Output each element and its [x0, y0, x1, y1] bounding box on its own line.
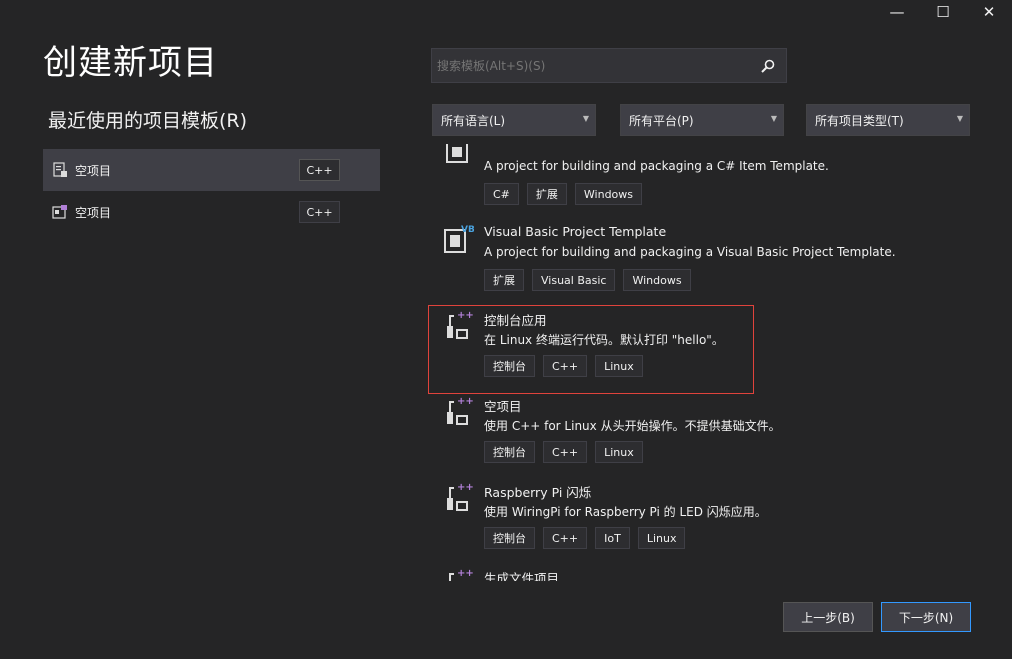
- minimize-button[interactable]: —: [874, 0, 920, 24]
- recent-item-empty-project-cpp[interactable]: 空项目 C++: [43, 191, 380, 233]
- tag: 控制台: [484, 441, 535, 463]
- csharp-item-template-icon: [444, 144, 474, 168]
- language-filter[interactable]: 所有语言(L) ▼: [432, 104, 596, 136]
- template-description: A project for building and packaging a C…: [484, 159, 829, 173]
- window-controls: — ☐ ✕: [874, 0, 1012, 24]
- template-item-vb-project-template[interactable]: VB Visual Basic Project Template A proje…: [430, 216, 970, 302]
- tag: Linux: [595, 441, 643, 463]
- template-description: 使用 C++ for Linux 从头开始操作。不提供基础文件。: [484, 419, 781, 433]
- tag: IoT: [595, 527, 630, 549]
- platform-filter-label: 所有平台(P): [629, 113, 694, 128]
- tag: Windows: [574, 183, 643, 205]
- template-item-raspberry-pi-blink[interactable]: ++ Raspberry Pi 闪烁 使用 WiringPi for Raspb…: [430, 474, 970, 560]
- recent-templates-heading: 最近使用的项目模板(R): [48, 110, 248, 132]
- template-item-empty-project[interactable]: ++ 空项目 使用 C++ for Linux 从头开始操作。不提供基础文件。 …: [430, 388, 970, 474]
- chevron-down-icon: ▼: [770, 114, 777, 123]
- cpp-badge: ++: [457, 396, 474, 407]
- template-name: 生成文件项目: [484, 571, 560, 581]
- template-tags: 扩展 Visual Basic Windows: [484, 269, 691, 291]
- cpp-badge: ++: [457, 568, 474, 579]
- back-button[interactable]: 上一步(B): [783, 602, 873, 632]
- cpp-badge: ++: [457, 310, 474, 321]
- tag: 控制台: [484, 355, 535, 377]
- makefile-project-icon: ++: [444, 566, 474, 581]
- project-type-filter-label: 所有项目类型(T): [815, 113, 904, 128]
- cpp-badge: ++: [457, 482, 474, 493]
- project-type-filter[interactable]: 所有项目类型(T) ▼: [806, 104, 970, 136]
- template-item-makefile-project[interactable]: ++ 生成文件项目: [430, 560, 970, 581]
- template-name: Visual Basic Project Template: [484, 224, 667, 239]
- close-button[interactable]: ✕: [966, 0, 1012, 24]
- recent-templates-list: 空项目 C++ 空项目 C++: [43, 149, 380, 233]
- template-item-console-app[interactable]: ++ 控制台应用 在 Linux 终端运行代码。默认打印 "hello"。 控制…: [430, 302, 970, 388]
- template-name: Raspberry Pi 闪烁: [484, 485, 592, 500]
- maximize-button[interactable]: ☐: [920, 0, 966, 24]
- recent-item-empty-project[interactable]: 空项目 C++: [43, 149, 380, 191]
- tag: 扩展: [526, 183, 567, 205]
- tag: C#: [484, 183, 519, 205]
- template-tags: 控制台 C++ IoT Linux: [484, 527, 686, 549]
- raspberry-pi-icon: ++: [444, 480, 474, 512]
- next-button[interactable]: 下一步(N): [881, 602, 971, 632]
- template-search-box[interactable]: [431, 48, 787, 83]
- empty-project-cpp-icon: [51, 203, 69, 221]
- chevron-down-icon: ▼: [956, 114, 963, 123]
- language-tag: C++: [299, 201, 340, 223]
- cpp-console-app-icon: ++: [444, 308, 474, 340]
- empty-project-icon: [51, 161, 69, 179]
- tag: Linux: [637, 527, 686, 549]
- template-tags: 控制台 C++ Linux: [484, 441, 643, 463]
- search-icon[interactable]: [760, 58, 776, 78]
- tag: C++: [543, 355, 588, 377]
- chevron-down-icon: ▼: [582, 114, 589, 123]
- search-input[interactable]: [437, 58, 747, 73]
- language-tag: C++: [299, 159, 340, 181]
- template-tags: C# 扩展 Windows: [484, 183, 643, 205]
- page-title: 创建新项目: [43, 43, 218, 83]
- tag: 扩展: [484, 269, 524, 291]
- vb-badge: VB: [461, 225, 474, 235]
- template-name: 控制台应用: [484, 313, 547, 328]
- tag: C++: [543, 527, 588, 549]
- platform-filter[interactable]: 所有平台(P) ▼: [620, 104, 784, 136]
- cpp-empty-project-icon: ++: [444, 394, 474, 426]
- language-filter-label: 所有语言(L): [441, 113, 506, 128]
- template-tags: 控制台 C++ Linux: [484, 355, 643, 377]
- tag: Linux: [595, 355, 643, 377]
- tag: 控制台: [484, 527, 535, 549]
- tag: C++: [543, 441, 588, 463]
- tag: Windows: [623, 269, 691, 291]
- vb-project-template-icon: VB: [444, 222, 475, 254]
- template-description: 使用 WiringPi for Raspberry Pi 的 LED 闪烁应用。: [484, 505, 767, 519]
- tag: Visual Basic: [532, 269, 616, 291]
- template-list: A project for building and packaging a C…: [430, 144, 970, 581]
- template-description: 在 Linux 终端运行代码。默认打印 "hello"。: [484, 333, 724, 347]
- template-description: A project for building and packaging a V…: [484, 245, 896, 259]
- template-item-csharp-item-template[interactable]: A project for building and packaging a C…: [430, 144, 970, 216]
- template-name: 空项目: [484, 399, 522, 414]
